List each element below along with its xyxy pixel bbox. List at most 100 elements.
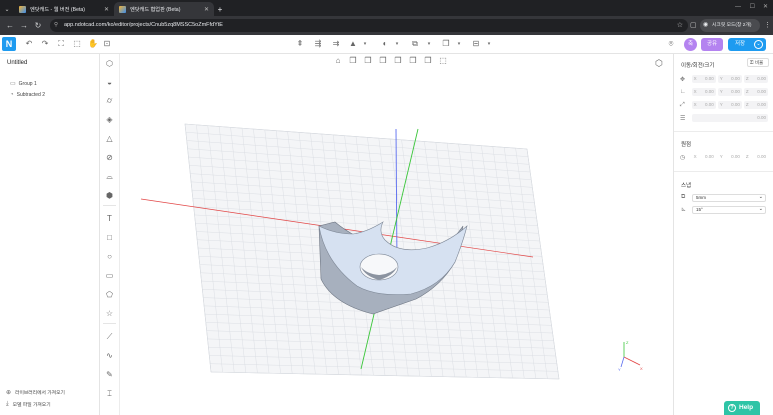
close-icon[interactable]: ✕: [204, 6, 209, 13]
origin-z-field[interactable]: Z 0.00: [744, 153, 768, 161]
origin-row: ◷ X 0.00 Y 0.00 Z 0.00: [680, 153, 768, 161]
redo-icon[interactable]: ↷: [40, 39, 50, 49]
bridge-tool-icon[interactable]: ⌶: [104, 388, 115, 399]
scale-z-field[interactable]: Z 0.00: [743, 101, 769, 109]
position-x-field[interactable]: X 0.00: [691, 75, 716, 83]
3d-viewport[interactable]: ⌂ ❒ ❒ ❒ ❒ ❒ ❒ ⬚ ⬡ Z X Y: [121, 54, 672, 415]
cone-tool-icon[interactable]: △: [104, 133, 115, 144]
import-library-link[interactable]: ⊕ 라이브러리에서 가져오기: [6, 389, 65, 396]
star-tool-icon[interactable]: ☆: [104, 308, 115, 319]
scale-x-field[interactable]: X 0.00: [691, 101, 716, 109]
address-bar[interactable]: ⚲ app.ndotcad.com/ko/editor/projects/Cnu…: [50, 19, 688, 32]
save-label: 저장: [735, 41, 746, 47]
align-icon[interactable]: ⇞: [295, 39, 305, 49]
minimize-icon[interactable]: —: [735, 4, 741, 10]
close-icon[interactable]: ✕: [104, 6, 109, 13]
flip-icon[interactable]: ⇶: [313, 39, 323, 49]
scale-y-field[interactable]: Y 0.00: [717, 101, 742, 109]
reload-icon[interactable]: ↻: [32, 20, 44, 32]
torus-tool-icon[interactable]: ⊘: [104, 152, 115, 163]
bookmark-star-icon[interactable]: ☆: [677, 19, 683, 32]
fit-view-icon[interactable]: ⛶: [56, 39, 66, 49]
sphere-tool-icon[interactable]: ◒: [104, 77, 115, 88]
back-icon[interactable]: ←: [4, 20, 16, 32]
incognito-profile-chip[interactable]: ◉ 시크릿 모드(창 2개): [700, 19, 760, 32]
divider: [103, 323, 116, 324]
pentagon-tool-icon[interactable]: ⬠: [104, 289, 115, 300]
ruler-icon[interactable]: ⊟: [471, 39, 481, 49]
import-model-link[interactable]: ⤓ 모델 파일 가져오기: [6, 401, 51, 408]
save-button[interactable]: 저장 ⌄: [728, 38, 766, 51]
chevron-down-icon[interactable]: ▾: [424, 39, 434, 49]
group-icon[interactable]: ⧉: [410, 39, 420, 49]
field-axis: Z: [745, 89, 749, 94]
rotate-snap-select[interactable]: 15°: [692, 206, 766, 214]
camera-mode-icon[interactable]: ⊡: [102, 39, 112, 49]
save-dropdown-icon[interactable]: ⌄: [754, 40, 763, 49]
measure-icon[interactable]: ▲: [348, 39, 358, 49]
box-tool-icon[interactable]: ⬡: [104, 58, 115, 69]
position-y-field[interactable]: Y 0.00: [717, 75, 742, 83]
chevron-down-icon[interactable]: ▾: [454, 39, 464, 49]
move-snap-select[interactable]: 5mm: [692, 194, 766, 202]
site-info-icon[interactable]: ⚲: [54, 19, 58, 32]
browser-tab-1[interactable]: 엔닷캐드 - 웹 버전 (Beta) ✕: [14, 2, 114, 16]
snap-section-title: 스냅: [681, 183, 692, 189]
browser-tab-2[interactable]: 엔닷캐드 협업판 (Beta) ✕: [114, 2, 214, 16]
cube-tool-icon[interactable]: ⬢: [104, 190, 115, 201]
extensions-icon[interactable]: ▢: [690, 19, 700, 32]
thickness-field[interactable]: 0.00: [691, 114, 768, 122]
freehand-tool-icon[interactable]: ✎: [104, 369, 115, 380]
maximize-icon[interactable]: ☐: [750, 3, 755, 10]
divider: [674, 131, 773, 132]
svg-text:X: X: [640, 366, 643, 371]
rotation-y-field[interactable]: Y 0.00: [717, 88, 742, 96]
rotation-z-field[interactable]: Z 0.00: [743, 88, 769, 96]
undo-icon[interactable]: ↶: [24, 39, 34, 49]
new-tab-button[interactable]: +: [214, 2, 226, 16]
tree-item-group[interactable]: ▭ Group 1: [10, 80, 37, 88]
cylinder-tool-icon[interactable]: ⌭: [104, 95, 115, 106]
rotation-x-field[interactable]: X 0.00: [691, 88, 716, 96]
text-tool-icon[interactable]: T: [104, 213, 115, 224]
lock-icon: ⚿: [750, 60, 754, 65]
circle-tool-icon[interactable]: ○: [104, 251, 115, 262]
tab-search-button[interactable]: ⌄: [2, 2, 12, 16]
origin-y-field[interactable]: Y 0.00: [718, 153, 742, 161]
field-value: 0.00: [731, 89, 740, 94]
field-value: 0.00: [757, 76, 767, 81]
diamond-tool-icon[interactable]: ◈: [104, 114, 115, 125]
square-tool-icon[interactable]: □: [104, 232, 115, 243]
forward-icon[interactable]: →: [18, 20, 30, 32]
help-label: Help: [739, 404, 754, 411]
chevron-down-icon[interactable]: ▾: [484, 39, 494, 49]
project-title[interactable]: Untitled: [7, 60, 27, 66]
origin-x-field[interactable]: X 0.00: [692, 153, 716, 161]
curve-tool-icon[interactable]: ∿: [104, 350, 115, 361]
move-icon: ✥: [680, 76, 686, 83]
dome-tool-icon[interactable]: ⌓: [104, 171, 115, 182]
field-axis: X: [693, 76, 697, 81]
share-button[interactable]: 공유: [701, 38, 723, 51]
help-button[interactable]: ? Help: [724, 401, 760, 415]
position-z-field[interactable]: Z 0.00: [743, 75, 769, 83]
chevron-down-icon[interactable]: ▾: [392, 39, 402, 49]
browser-menu-icon[interactable]: ⋮: [764, 19, 771, 32]
chevron-down-icon[interactable]: ▾: [360, 39, 370, 49]
screenshot-camera-icon[interactable]: ⌾: [666, 39, 676, 49]
distribute-icon[interactable]: ⇉: [331, 39, 341, 49]
duplicate-icon[interactable]: ❐: [441, 39, 451, 49]
rounded-rect-tool-icon[interactable]: ▭: [104, 270, 115, 281]
pan-hand-icon[interactable]: ✋: [88, 39, 98, 49]
tree-item-subtracted[interactable]: ◔ Subtracted 2: [10, 92, 45, 98]
app-logo[interactable]: N: [2, 37, 16, 51]
ratio-lock-toggle[interactable]: ⚿ 비율: [747, 58, 769, 67]
polyline-tool-icon[interactable]: ⟋: [104, 331, 115, 342]
boolean-icon[interactable]: ◐: [380, 39, 390, 49]
globe-icon: ⊕: [6, 390, 12, 396]
window-close-icon[interactable]: ✕: [763, 3, 768, 10]
select-icon[interactable]: ⬚: [72, 39, 82, 49]
field-value: 0.00: [704, 154, 714, 159]
avatar[interactable]: 축: [684, 38, 697, 51]
field-axis: Y: [719, 89, 723, 94]
